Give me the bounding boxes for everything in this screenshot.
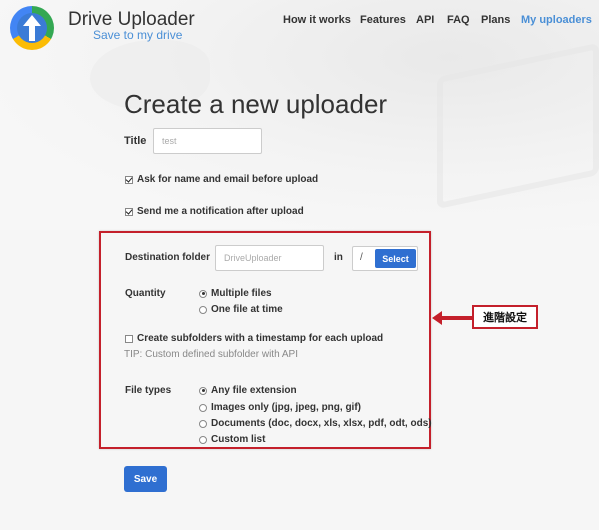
file-type-documents-label: Documents (doc, docx, xls, xlsx, pdf, od… [211, 418, 432, 429]
file-type-option-documents[interactable]: Documents (doc, docx, xls, xlsx, pdf, od… [199, 418, 432, 429]
file-type-custom-radio[interactable] [199, 435, 207, 444]
destination-folder-input[interactable]: DriveUploader [215, 245, 324, 271]
subfolders-label: Create subfolders with a timestamp for e… [137, 333, 384, 344]
file-type-option-custom[interactable]: Custom list [199, 434, 265, 445]
file-type-documents-radio[interactable] [199, 419, 207, 428]
select-folder-button[interactable]: Select [375, 249, 416, 268]
quantity-option-multiple[interactable]: Multiple files [199, 288, 272, 299]
subfolders-checkbox-row[interactable]: Create subfolders with a timestamp for e… [125, 333, 383, 344]
quantity-option-single[interactable]: One file at time [199, 304, 283, 315]
ask-name-email-label: Ask for name and email before upload [137, 174, 319, 185]
quantity-multiple-radio[interactable] [199, 289, 207, 298]
save-button[interactable]: Save [124, 466, 167, 492]
file-types-label: File types [125, 385, 172, 396]
file-type-any-radio[interactable] [199, 386, 207, 395]
upload-arrow-icon [23, 15, 41, 41]
send-notification-label: Send me a notification after upload [137, 206, 304, 217]
file-type-any-label: Any file extension [211, 385, 297, 396]
quantity-single-label: One file at time [211, 304, 283, 315]
destination-path-group: / Select [352, 246, 418, 271]
nav-features[interactable]: Features [360, 14, 406, 26]
nav-api[interactable]: API [416, 14, 434, 26]
annotation-arrow-line [440, 316, 472, 320]
nav-how-it-works[interactable]: How it works [283, 14, 351, 26]
nav-my-uploaders[interactable]: My uploaders [521, 14, 592, 26]
subfolders-checkbox[interactable] [125, 334, 133, 343]
destination-folder-label: Destination folder [125, 252, 211, 263]
file-type-custom-label: Custom list [211, 434, 266, 445]
file-type-images-radio[interactable] [199, 403, 207, 412]
ask-name-email-checkbox-row[interactable]: Ask for name and email before upload [125, 174, 318, 185]
send-notification-checkbox[interactable] [125, 207, 133, 216]
nav-faq[interactable]: FAQ [447, 14, 470, 26]
send-notification-checkbox-row[interactable]: Send me a notification after upload [125, 206, 304, 217]
file-type-option-images[interactable]: Images only (jpg, jpeg, png, gif) [199, 402, 361, 413]
file-type-option-any[interactable]: Any file extension [199, 385, 297, 396]
nav-plans[interactable]: Plans [481, 14, 510, 26]
subfolder-api-tip: TIP: Custom defined subfolder with API [124, 349, 298, 360]
ask-name-email-checkbox[interactable] [125, 175, 133, 184]
drive-uploader-logo-icon[interactable] [10, 6, 54, 50]
quantity-multiple-label: Multiple files [211, 288, 272, 299]
title-label: Title [124, 135, 147, 147]
title-input[interactable]: test [153, 128, 262, 154]
site-header: Drive Uploader Save to my drive How it w… [0, 0, 599, 55]
quantity-label: Quantity [125, 288, 166, 299]
advanced-settings-callout: 進階設定 [472, 305, 538, 329]
destination-in-label: in [334, 252, 343, 263]
brand-tagline: Save to my drive [93, 28, 183, 42]
page-title: Create a new uploader [124, 89, 388, 119]
file-type-images-label: Images only (jpg, jpeg, png, gif) [211, 402, 361, 413]
destination-path: / [360, 252, 363, 263]
quantity-single-radio[interactable] [199, 305, 207, 314]
